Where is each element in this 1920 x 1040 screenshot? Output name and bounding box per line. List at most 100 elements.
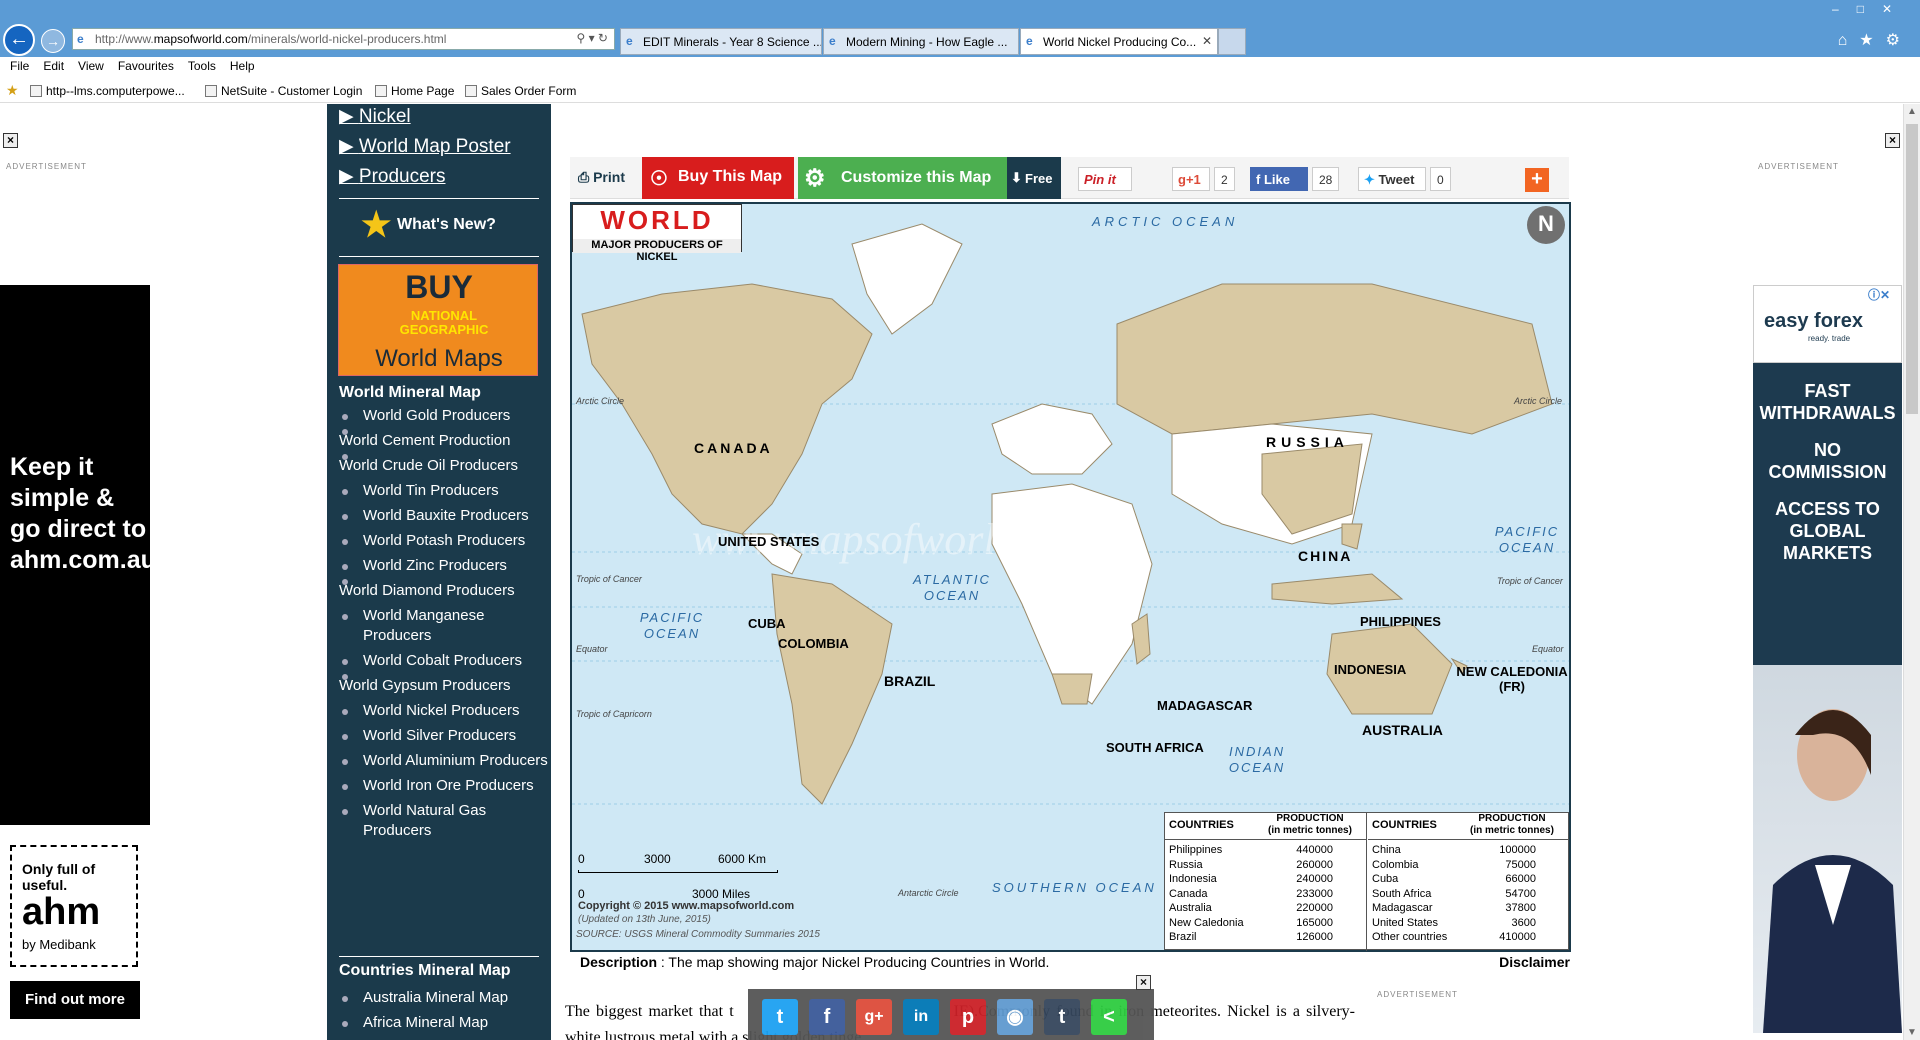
sidebar-link-natural-gas[interactable]: World Natural Gas Producers (339, 801, 549, 841)
table-row: South Africa 54700 (1372, 887, 1566, 902)
sidebar-link-producers[interactable]: ▶ Producers (327, 164, 551, 194)
whats-new-link[interactable]: ★ What's New? (341, 202, 541, 246)
share-reddit-icon[interactable]: ◉ (997, 999, 1033, 1035)
print-button[interactable]: ⎙ Print (578, 169, 625, 186)
menu-tools[interactable]: Tools (178, 57, 216, 73)
favorite-lms[interactable]: http--lms.computerpowe... (30, 84, 185, 98)
back-button[interactable]: ← (3, 24, 35, 56)
sidebar-link-cement[interactable]: World Cement Production (339, 429, 549, 451)
sidebar-link-aluminium[interactable]: World Aluminium Producers (339, 751, 549, 771)
share-facebook-icon[interactable]: f (809, 999, 845, 1035)
line-label: Arctic Circle (576, 396, 625, 406)
table-divider (1368, 839, 1568, 840)
ad-label: ADVERTISEMENT (1377, 990, 1458, 999)
tab-world-nickel[interactable]: e World Nickel Producing Co... ✕ (1020, 28, 1218, 55)
sidebar-link-nickel[interactable]: ▶ Nickel (327, 104, 551, 134)
find-out-more-button[interactable]: Find out more (10, 981, 140, 1019)
left-advertisement[interactable]: Keep it simple & go direct to ahm.com.au… (0, 285, 156, 1033)
ie-page-icon: e (626, 34, 633, 48)
sidebar-link-silver[interactable]: World Silver Producers (339, 726, 549, 746)
disclaimer-link[interactable]: Disclaimer (1499, 954, 1570, 970)
sidebar-link-crude-oil[interactable]: World Crude Oil Producers (339, 454, 549, 476)
forward-button[interactable]: → (41, 29, 65, 53)
sidebar-link-australia-map[interactable]: Australia Mineral Map (339, 988, 549, 1008)
address-bar[interactable]: e http://www.mapsofworld.com/minerals/wo… (72, 28, 615, 50)
ocean-label-indian: INDIAN OCEAN (1228, 744, 1286, 775)
window-controls[interactable]: –□✕ (1832, 2, 1910, 16)
sidebar-link-manganese[interactable]: World Manganese Producers (339, 606, 549, 646)
sidebar-link-diamond[interactable]: World Diamond Producers (339, 579, 549, 601)
close-left-ad-icon[interactable]: × (3, 133, 18, 148)
sidebar-link-zinc[interactable]: World Zinc Producers (339, 556, 549, 576)
line-label: Tropic of Capricorn (576, 709, 652, 719)
sidebar-link-cobalt[interactable]: World Cobalt Producers (339, 651, 549, 671)
share-tumblr-icon[interactable]: t (1044, 999, 1080, 1035)
scroll-up-icon[interactable]: ▲ (1907, 106, 1917, 117)
ie-page-icon: e (829, 34, 836, 48)
table-cell-value: 54700 (1505, 887, 1536, 900)
menu-view[interactable]: View (68, 57, 104, 73)
ad-line: FAST WITHDRAWALS (1759, 381, 1896, 423)
table-row: Indonesia 240000 (1169, 872, 1363, 887)
ie-page-icon: e (1026, 34, 1033, 48)
customize-map-button[interactable]: ⚙ Customize this Map (798, 157, 1007, 199)
favorite-sales-order[interactable]: Sales Order Form (465, 84, 576, 98)
table-row: Colombia 75000 (1372, 858, 1566, 873)
vertical-scrollbar[interactable]: ▲ ▼ (1903, 104, 1920, 1040)
tweet-button[interactable]: ✦ Tweet (1358, 167, 1426, 191)
table-left-panel: COUNTRIES PRODUCTION (in metric tonnes) P… (1165, 813, 1367, 951)
share-google-plus-icon[interactable]: g+ (856, 999, 892, 1035)
tab-edit-minerals[interactable]: e EDIT Minerals - Year 8 Science ... (620, 28, 822, 55)
table-cell-country: United States (1372, 916, 1439, 929)
scroll-down-icon[interactable]: ▼ (1907, 1027, 1917, 1038)
table-cell-country: Philippines (1169, 844, 1223, 856)
sidebar-link-bauxite[interactable]: World Bauxite Producers (339, 506, 549, 526)
share-twitter-icon[interactable]: t (762, 999, 798, 1035)
menu-favourites[interactable]: Favourites (108, 57, 174, 73)
world-mineral-map-heading: World Mineral Map (339, 384, 481, 401)
favorite-home-page[interactable]: Home Page (375, 84, 454, 98)
sidebar-link-nickel-producers[interactable]: World Nickel Producers (339, 701, 549, 721)
gear-icon: ⚙ (804, 165, 826, 192)
menu-file[interactable]: File (0, 57, 29, 73)
facebook-like-button[interactable]: f Like (1250, 167, 1308, 191)
right-advertisement[interactable]: easy forex ready. trade ⓘ✕ FAST WITHDRAW… (1753, 285, 1902, 1033)
menu-help[interactable]: Help (220, 57, 255, 73)
ad-brand-sub: by Medibank (22, 937, 96, 952)
free-download-button[interactable]: ⬇ Free (1007, 157, 1061, 199)
share-linkedin-icon[interactable]: in (903, 999, 939, 1035)
sidebar-link-tin[interactable]: World Tin Producers (339, 481, 549, 501)
favorite-netsuite[interactable]: NetSuite - Customer Login (205, 84, 362, 98)
address-search-refresh-icons[interactable]: ⚲ ▾ ↻ (576, 31, 608, 45)
favorites-star-icon[interactable]: ★ (6, 82, 19, 99)
sidebar-link-africa-map[interactable]: Africa Mineral Map (339, 1013, 549, 1033)
table-divider (1165, 839, 1366, 840)
menu-edit[interactable]: Edit (33, 57, 64, 73)
sidebar-link-world-map-poster[interactable]: ▶ World Map Poster (327, 134, 551, 164)
ocean-label-pacific-west: PACIFIC OCEAN (639, 610, 705, 641)
share-pinterest-icon[interactable]: p (950, 999, 986, 1035)
close-tab-icon[interactable]: ✕ (1202, 34, 1212, 48)
ad-choices-icon[interactable]: ⓘ✕ (1868, 286, 1890, 303)
floating-share-bar: × t f g+ in p ◉ t < (748, 975, 1154, 1040)
scrollbar-thumb[interactable] (1906, 124, 1918, 414)
browser-tool-icons[interactable]: ⌂★⚙ (1838, 30, 1912, 50)
pin-it-button[interactable]: Pin it (1078, 167, 1132, 191)
sidebar-link-gypsum[interactable]: World Gypsum Producers (339, 674, 549, 696)
close-right-ad-icon[interactable]: × (1885, 133, 1900, 148)
sidebar-link-iron-ore[interactable]: World Iron Ore Producers (339, 776, 549, 796)
map-title: WORLD (600, 205, 714, 235)
share-more-icon[interactable]: < (1091, 999, 1127, 1035)
sidebar-link-gold[interactable]: World Gold Producers (339, 406, 549, 426)
tab-modern-mining[interactable]: e Modern Mining - How Eagle ... (823, 28, 1019, 55)
new-tab-button[interactable] (1218, 28, 1246, 55)
ad-headline: Keep it simple & go direct to ahm.com.au (10, 453, 156, 574)
ad-brand-logo: ahm (22, 891, 101, 933)
buy-natgeo-banner[interactable]: BUY NATIONAL GEOGRAPHIC World Maps (338, 264, 538, 376)
close-share-bar-icon[interactable]: × (1136, 975, 1151, 990)
sidebar-link-potash[interactable]: World Potash Producers (339, 531, 549, 551)
ad-line: NO COMMISSION (1768, 440, 1887, 482)
more-share-button[interactable]: + (1525, 168, 1549, 192)
google-plus-button[interactable]: g+1 (1172, 167, 1210, 191)
buy-this-map-button[interactable]: ☉ Buy This Map (642, 157, 794, 199)
